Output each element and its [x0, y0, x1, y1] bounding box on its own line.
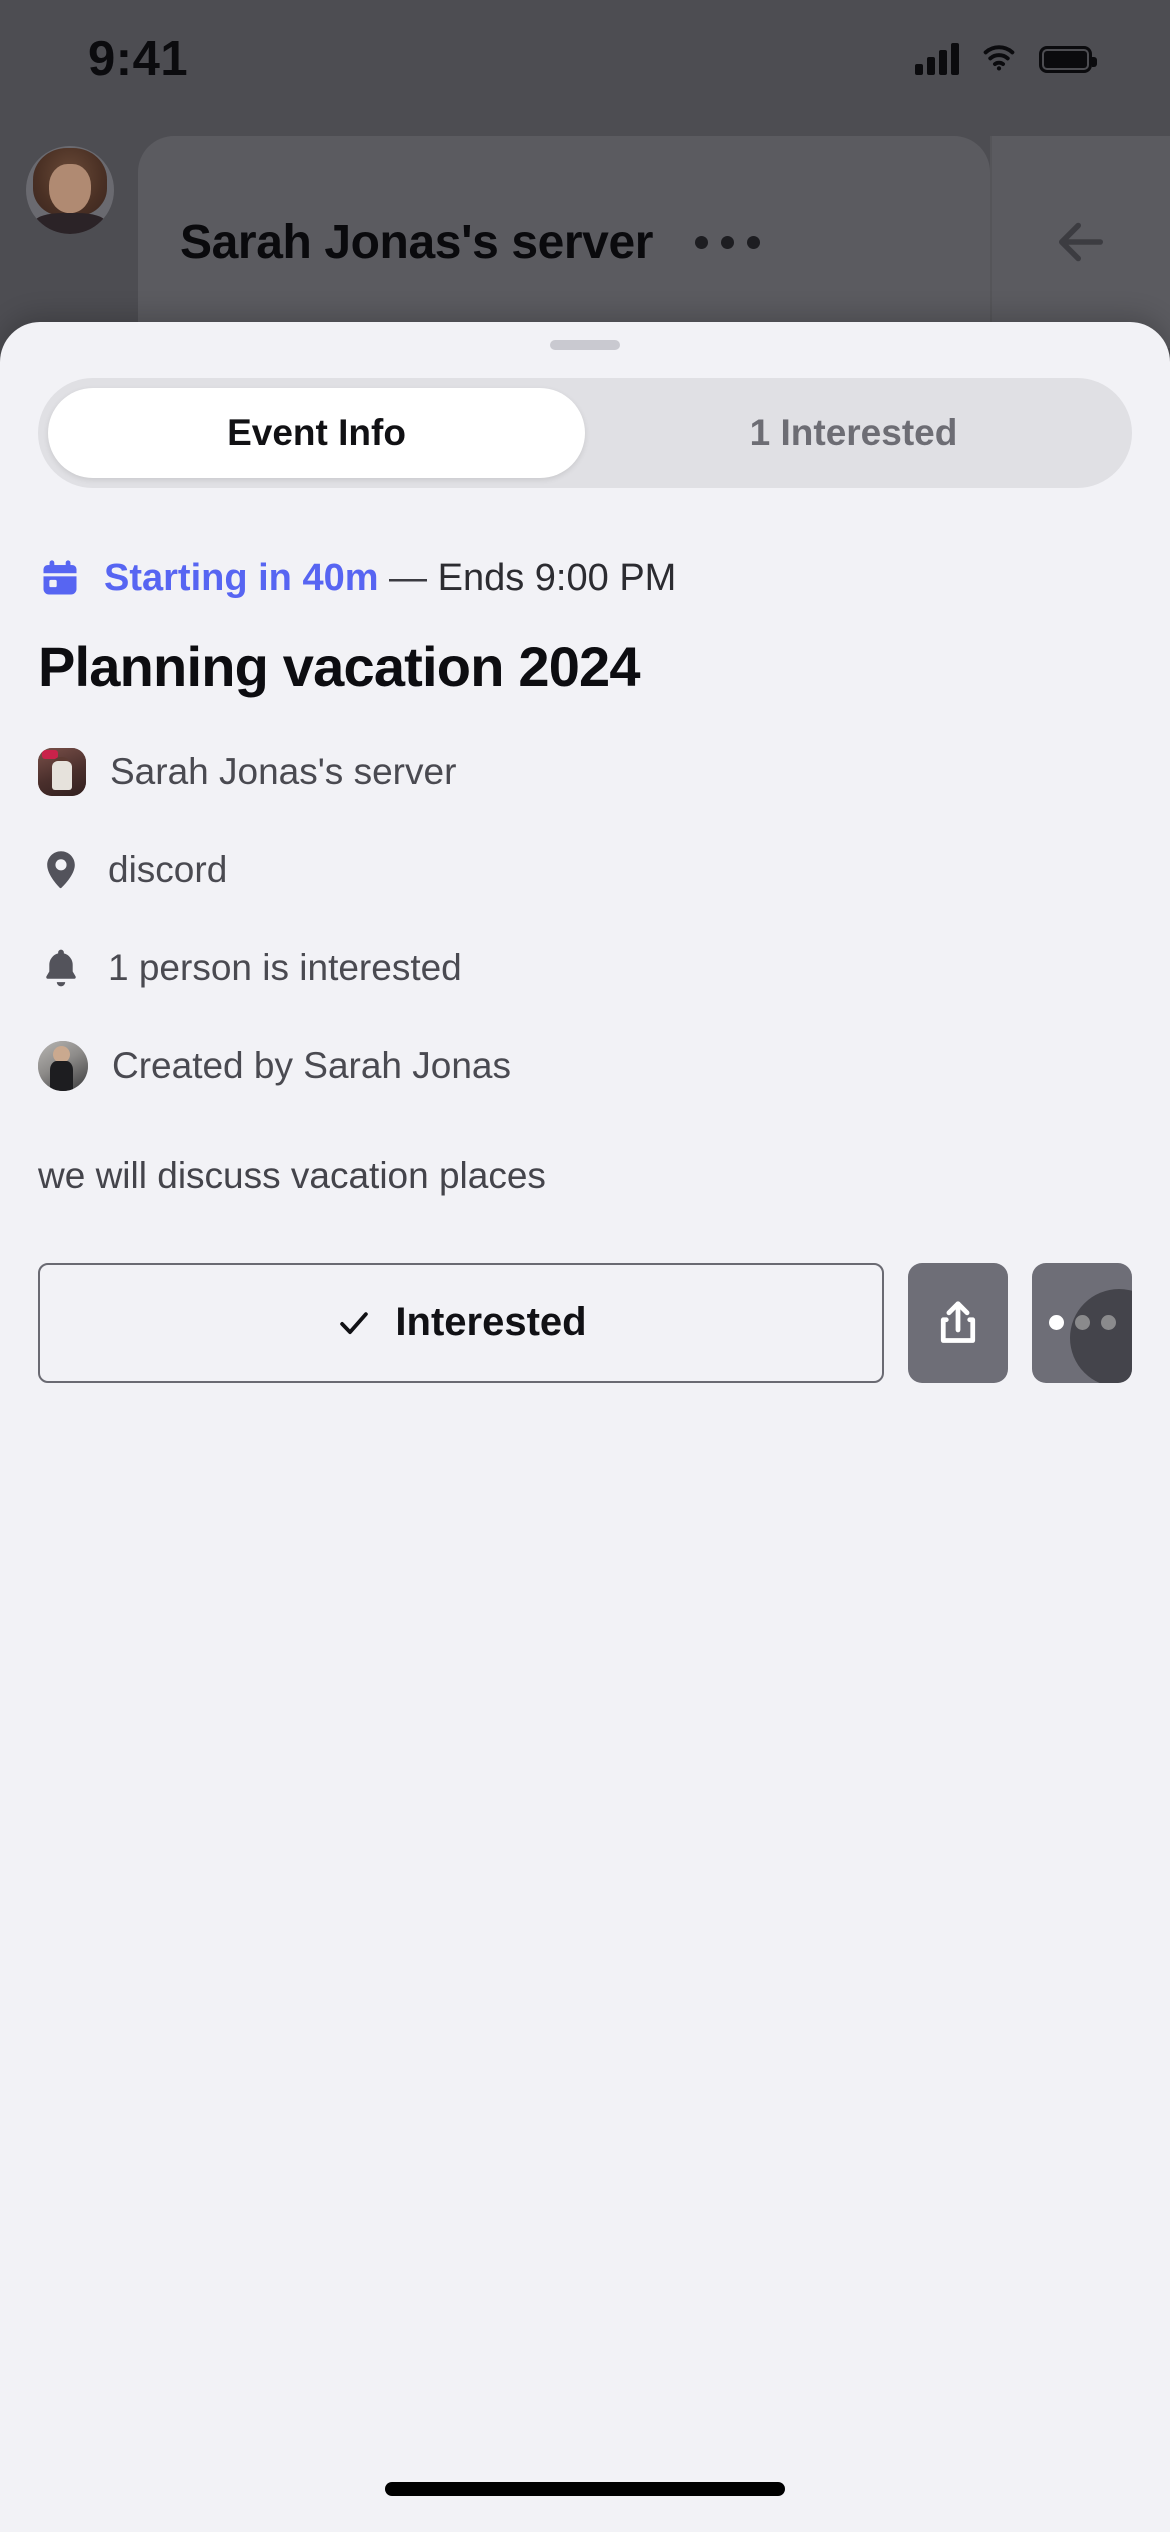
- battery-icon: [1039, 45, 1097, 73]
- status-bar-icons: [915, 41, 1097, 78]
- press-ripple: [1070, 1288, 1132, 1383]
- creator-avatar: [38, 1041, 88, 1091]
- event-time-separator: —: [378, 556, 438, 599]
- tab-interested[interactable]: 1 Interested: [585, 388, 1122, 478]
- check-icon: [340, 1312, 369, 1335]
- back-arrow-icon: [1059, 222, 1103, 262]
- meta-creator: Created by Sarah Jonas: [112, 1045, 512, 1086]
- location-pin-icon: [47, 851, 75, 889]
- server-header-pill[interactable]: Sarah Jonas's server: [138, 136, 990, 348]
- server-avatar: [38, 748, 86, 796]
- avatar[interactable]: [26, 146, 114, 234]
- meta-location: discord: [108, 849, 228, 890]
- event-ends-label: Ends 9:00 PM: [437, 556, 677, 599]
- meta-row-server: Sarah Jonas's server: [38, 741, 1132, 803]
- drag-handle[interactable]: [550, 340, 620, 350]
- event-title: Planning vacation 2024: [38, 635, 641, 698]
- event-action-row: Interested: [38, 1262, 1132, 1383]
- home-indicator: [385, 2482, 785, 2496]
- event-meta-list: Sarah Jonas's server discord 1 person is…: [38, 741, 1132, 1097]
- more-options-icon[interactable]: [695, 235, 761, 249]
- event-time-text: Starting in 40m — Ends 9:00 PM: [104, 557, 676, 600]
- share-icon: [940, 1301, 976, 1343]
- page-title: Sarah Jonas's server: [180, 215, 654, 269]
- tab-segmented-control: Event Info 1 Interested: [38, 378, 1132, 488]
- interested-button-label: Interested: [395, 1300, 587, 1345]
- bell-icon: [46, 949, 76, 987]
- app-header: Sarah Jonas's server: [0, 118, 1170, 348]
- meta-row-interested: 1 person is interested: [38, 937, 1132, 999]
- meta-row-creator: Created by Sarah Jonas: [38, 1035, 1132, 1097]
- more-options-button[interactable]: [1032, 1262, 1132, 1383]
- share-button[interactable]: [908, 1262, 1008, 1383]
- event-description: we will discuss vacation places: [38, 1155, 546, 1196]
- status-bar: 9:41: [0, 0, 1170, 118]
- interested-button[interactable]: Interested: [38, 1262, 884, 1383]
- meta-row-location: discord: [38, 839, 1132, 901]
- event-starting-label: Starting in 40m: [104, 556, 379, 599]
- status-bar-time: 9:41: [88, 32, 189, 86]
- event-time-row: Starting in 40m — Ends 9:00 PM: [38, 556, 1132, 600]
- tab-event-info[interactable]: Event Info: [48, 388, 585, 478]
- back-button[interactable]: [990, 136, 1170, 348]
- cellular-signal-icon: [915, 43, 959, 75]
- meta-server-name: Sarah Jonas's server: [110, 751, 457, 792]
- wifi-icon: [978, 41, 1020, 78]
- meta-interested-count: 1 person is interested: [108, 947, 462, 988]
- calendar-icon: [43, 560, 77, 595]
- event-details-sheet: Event Info 1 Interested Starting in 40m …: [0, 322, 1170, 2532]
